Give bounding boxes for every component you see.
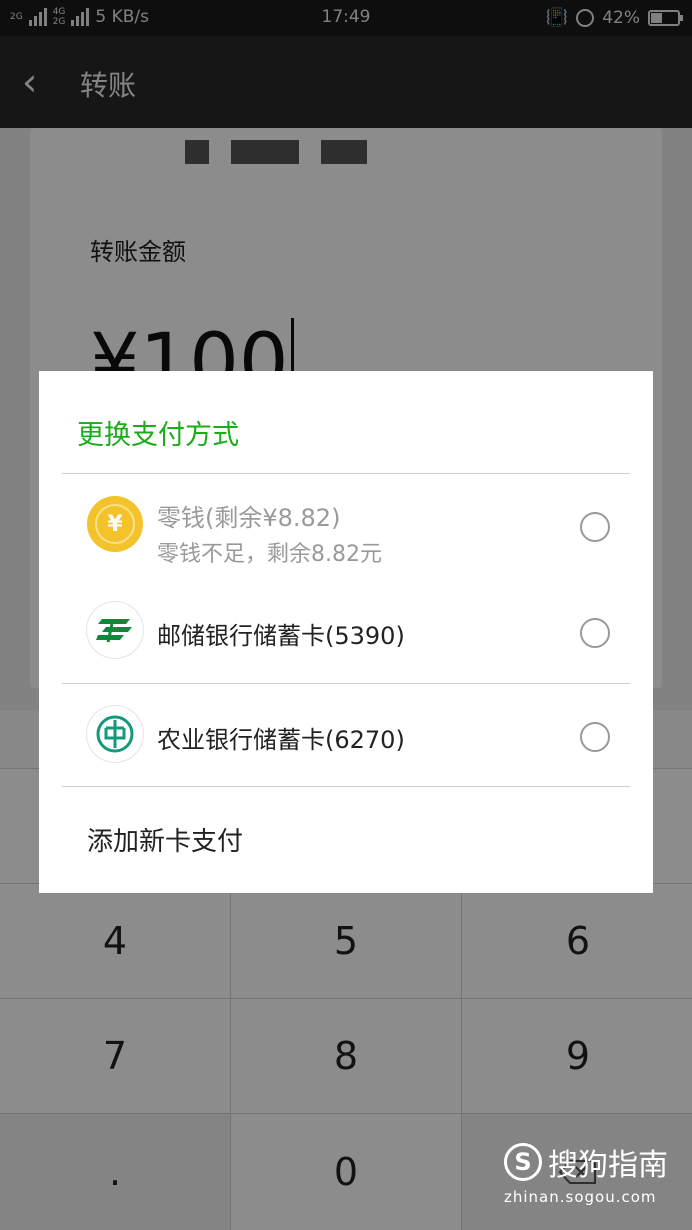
- agricultural-bank-logo-icon: [96, 715, 134, 753]
- option-name: 邮储银行储蓄卡(5390): [157, 622, 405, 650]
- dialog-title: 更换支付方式: [77, 420, 239, 451]
- option-agricultural-bank[interactable]: 农业银行储蓄卡(6270): [39, 684, 653, 786]
- option-postal-bank[interactable]: 邮储银行储蓄卡(5390): [39, 578, 653, 683]
- watermark-brand: S 搜狗指南: [504, 1140, 668, 1184]
- radio-agricultural-bank[interactable]: [580, 722, 610, 752]
- add-new-card-button[interactable]: 添加新卡支付: [87, 821, 243, 858]
- option-name: 农业银行储蓄卡(6270): [157, 726, 405, 754]
- watermark-brand-text: 搜狗指南: [548, 1148, 668, 1183]
- option-subtext: 零钱不足，剩余8.82元: [157, 542, 382, 567]
- agricultural-bank-logo: [87, 706, 143, 762]
- option-name: 零钱(剩余¥8.82): [157, 504, 341, 532]
- watermark: S 搜狗指南 zhinan.sogou.com: [504, 1140, 668, 1206]
- payment-method-dialog: 更换支付方式 ¥ 零钱(剩余¥8.82) 零钱不足，剩余8.82元 邮储银行储蓄…: [39, 371, 653, 893]
- coin-icon: ¥: [87, 496, 143, 552]
- sogou-logo-icon: S: [504, 1143, 542, 1181]
- postal-bank-logo-icon: [96, 619, 132, 643]
- radio-postal-bank[interactable]: [580, 618, 610, 648]
- radio-change[interactable]: [580, 512, 610, 542]
- coin-symbol: ¥: [95, 504, 135, 544]
- option-change: ¥ 零钱(剩余¥8.82) 零钱不足，剩余8.82元: [39, 474, 653, 574]
- watermark-url: zhinan.sogou.com: [504, 1188, 657, 1206]
- divider: [62, 786, 630, 787]
- postal-bank-logo: [87, 602, 143, 658]
